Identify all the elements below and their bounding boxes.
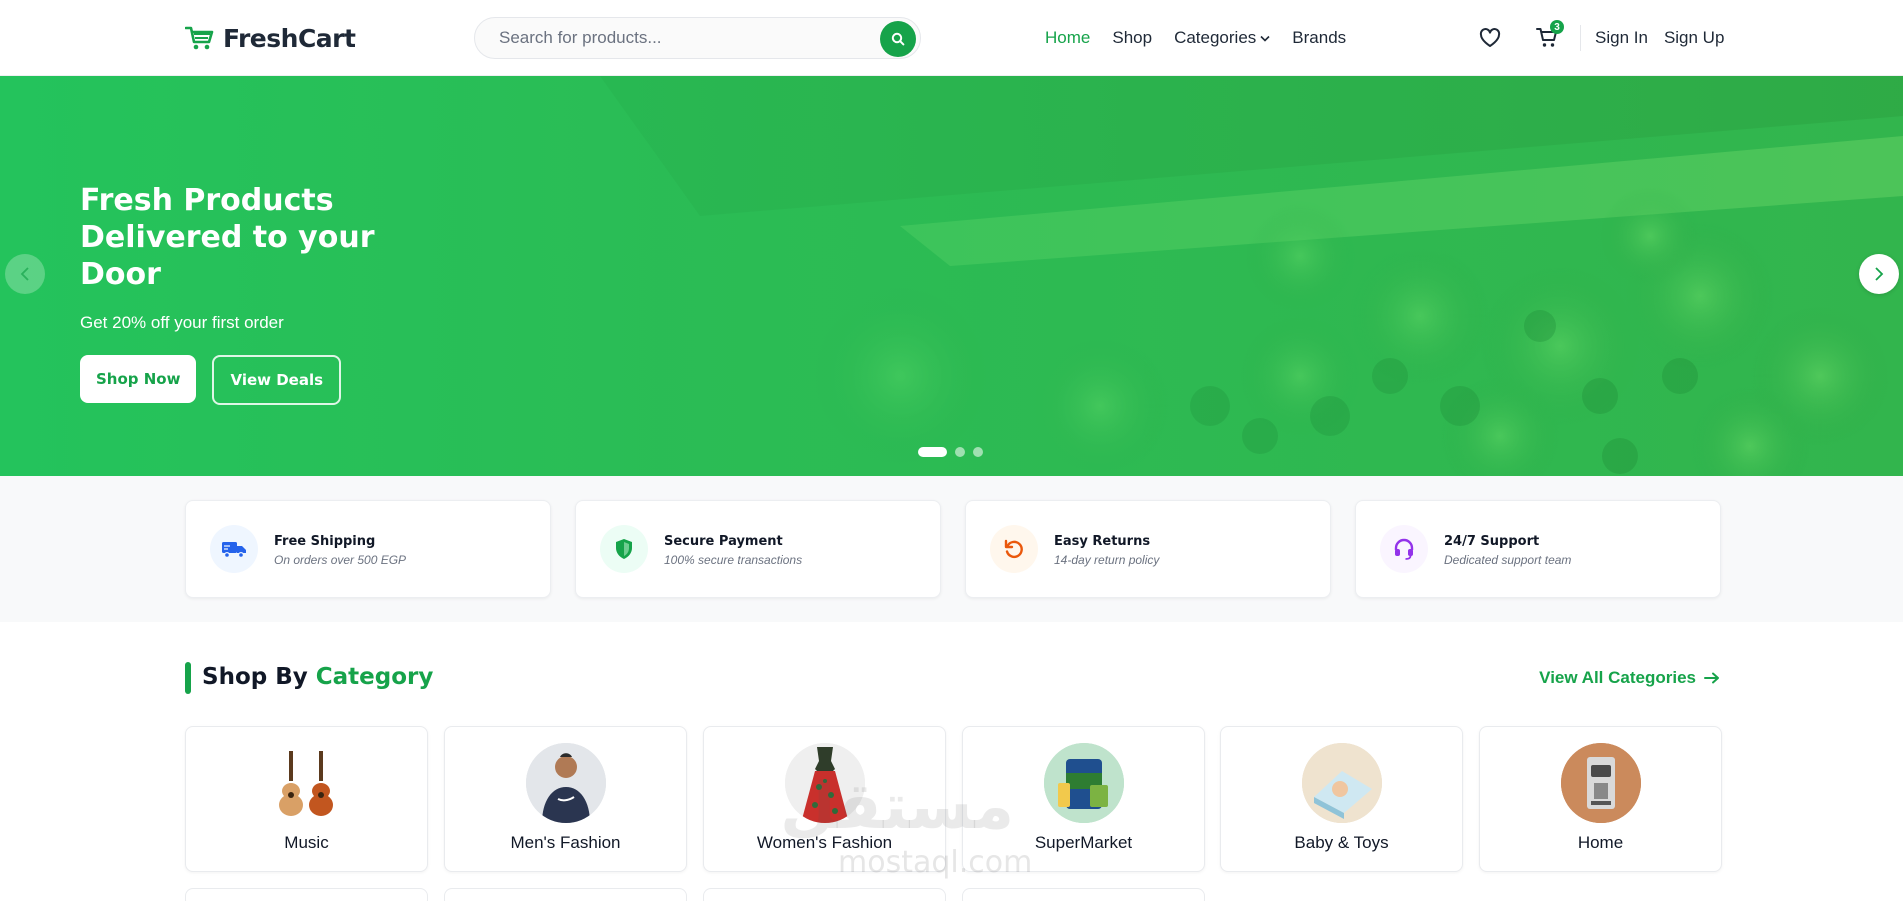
category-card-home[interactable]: Home — [1479, 726, 1722, 872]
category-image — [267, 743, 347, 823]
nav-shop[interactable]: Shop — [1112, 28, 1152, 48]
section-title: Shop By Category — [202, 664, 433, 690]
feature-title: Easy Returns — [1054, 534, 1151, 549]
wishlist-button[interactable] — [1476, 24, 1504, 52]
shop-now-button[interactable]: Shop Now — [80, 355, 197, 403]
category-card-music[interactable]: Music — [185, 726, 428, 872]
watermark-url: mostaql.com — [838, 845, 1033, 880]
category-name: Baby & Toys — [1294, 833, 1389, 852]
watermark: مستقل — [780, 770, 1015, 844]
arrow-right-icon — [1704, 672, 1719, 684]
mens-fashion-image — [526, 743, 606, 823]
category-image — [526, 743, 606, 823]
category-card-baby-toys[interactable]: Baby & Toys — [1220, 726, 1463, 872]
main-nav: Home Shop Categories Brands — [1045, 24, 1346, 52]
feature-card: 24/7 Support Dedicated support team — [1355, 500, 1721, 598]
hero-subtitle: Get 20% off your first order — [80, 313, 284, 332]
nav-home[interactable]: Home — [1045, 28, 1090, 48]
nav-categories-label: Categories — [1174, 28, 1257, 47]
return-icon — [1004, 539, 1023, 559]
hero-title: Fresh Products Delivered to your Door — [80, 183, 375, 292]
feature-icon-wrap — [990, 525, 1038, 573]
view-all-categories-link[interactable]: View All Categories — [1539, 668, 1720, 688]
feature-desc: 100% secure transactions — [664, 553, 803, 567]
category-name: Music — [284, 833, 329, 852]
brand-name: FreshCart — [223, 23, 356, 53]
search-icon — [891, 32, 905, 46]
category-card[interactable] — [962, 888, 1205, 901]
feature-title: Secure Payment — [664, 534, 783, 549]
category-card[interactable] — [703, 888, 946, 901]
cart-count-badge: 3 — [1550, 20, 1564, 34]
slider-next-button[interactable] — [1859, 254, 1899, 294]
feature-card: Free Shipping On orders over 500 EGP — [185, 500, 551, 598]
headset-icon — [1394, 538, 1414, 560]
heart-icon — [1479, 28, 1501, 47]
category-card-mens-fashion[interactable]: Men's Fashion — [444, 726, 687, 872]
nav-brands[interactable]: Brands — [1292, 28, 1346, 48]
feature-title: 24/7 Support — [1444, 534, 1540, 549]
shield-icon — [616, 539, 632, 559]
section-title-accent: Category — [315, 664, 434, 690]
slider-dots — [918, 447, 983, 457]
hero-banner: Fresh Products Delivered to your Door Ge… — [0, 76, 1903, 476]
category-image — [1044, 743, 1124, 823]
supermarket-image — [1044, 743, 1124, 823]
hero-content: Fresh Products Delivered to your Door Ge… — [80, 182, 460, 405]
search-button[interactable] — [880, 21, 916, 57]
section-accent-bar — [185, 662, 191, 694]
nav-actions: 3 Sign In Sign Up — [1476, 20, 1724, 54]
category-card[interactable] — [444, 888, 687, 901]
hero-buttons: Shop Now View Deals — [80, 355, 460, 405]
search-input[interactable] — [499, 18, 869, 58]
sign-up-link[interactable]: Sign Up — [1664, 28, 1724, 48]
nav-categories[interactable]: Categories — [1174, 28, 1270, 48]
cart-logo-icon — [185, 25, 215, 51]
truck-icon — [222, 542, 246, 558]
feature-card: Secure Payment 100% secure transactions — [575, 500, 941, 598]
category-card[interactable] — [185, 888, 428, 901]
feature-icon-wrap — [600, 525, 648, 573]
features-strip: Free Shipping On orders over 500 EGP Sec… — [0, 476, 1903, 622]
cart-button[interactable]: 3 — [1533, 20, 1564, 52]
slider-dot[interactable] — [918, 447, 947, 457]
feature-icon-wrap — [1380, 525, 1428, 573]
view-all-label: View All Categories — [1539, 668, 1696, 687]
logo[interactable]: FreshCart — [185, 22, 356, 54]
view-deals-button[interactable]: View Deals — [212, 355, 342, 405]
baby-toys-image — [1302, 743, 1382, 823]
chevron-down-icon — [1260, 35, 1270, 42]
category-name: Home — [1577, 833, 1624, 852]
feature-icon-wrap — [210, 525, 258, 573]
category-name: Men's Fashion — [510, 833, 621, 852]
feature-title: Free Shipping — [274, 534, 376, 549]
feature-desc: 14-day return policy — [1054, 553, 1160, 567]
sign-in-link[interactable]: Sign In — [1595, 28, 1648, 48]
search-bar — [474, 17, 921, 59]
nav-divider — [1580, 25, 1581, 51]
slider-prev-button[interactable] — [5, 254, 45, 294]
slider-dot[interactable] — [955, 447, 965, 457]
home-appliance-image — [1561, 743, 1641, 823]
category-image — [1302, 743, 1382, 823]
slider-dot[interactable] — [973, 447, 983, 457]
feature-card: Easy Returns 14-day return policy — [965, 500, 1331, 598]
chevron-left-icon — [20, 267, 29, 281]
guitar-image — [279, 751, 333, 816]
chevron-right-icon — [1875, 267, 1884, 281]
section-title-prefix: Shop By — [202, 664, 308, 690]
feature-desc: Dedicated support team — [1444, 553, 1572, 567]
category-section-header: Shop By Category View All Categories — [185, 662, 1720, 694]
category-image — [1561, 743, 1641, 823]
feature-desc: On orders over 500 EGP — [274, 553, 407, 567]
navbar: FreshCart Home Shop Categories Brands — [0, 0, 1903, 76]
